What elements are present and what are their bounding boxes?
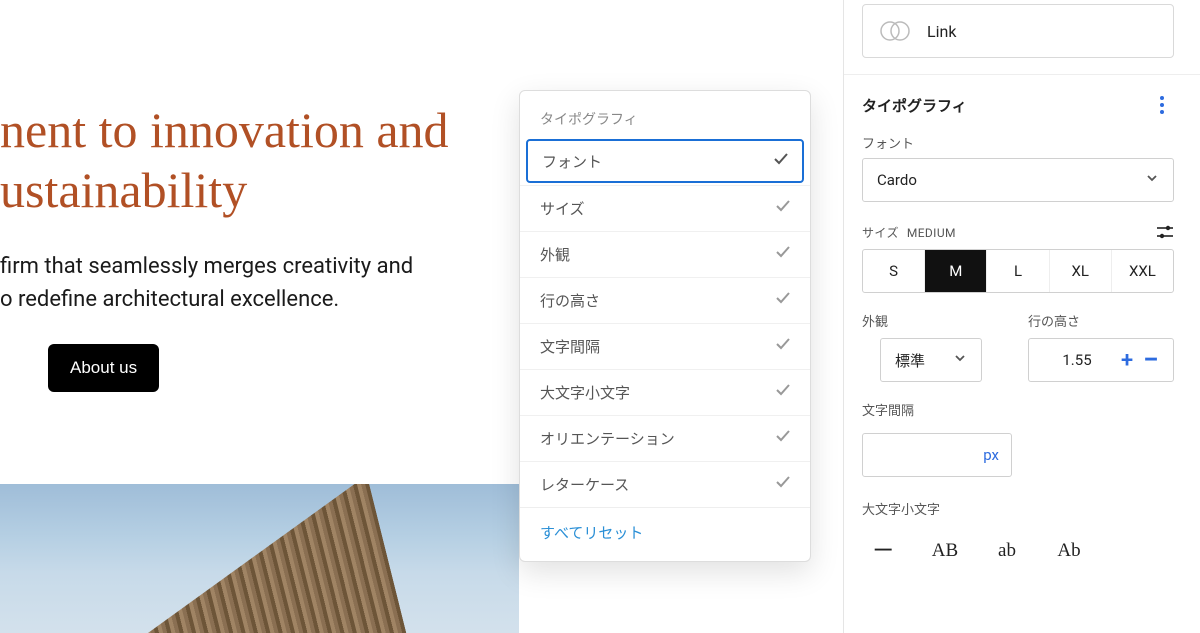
check-icon [774,473,792,496]
size-option-xl[interactable]: XL [1050,250,1112,292]
check-icon [774,381,792,404]
check-icon [774,427,792,450]
font-select[interactable]: Cardo [862,158,1174,202]
typography-more-menu[interactable] [1150,93,1174,117]
popover-item-label: 外観 [540,244,570,265]
popover-item-4[interactable]: 文字間隔 [520,323,810,369]
size-option-xxl[interactable]: XXL [1112,250,1173,292]
popover-item-3[interactable]: 行の高さ [520,277,810,323]
about-us-button[interactable]: About us [48,344,159,392]
hero-para-line1: firm that seamlessly merges creativity a… [0,254,413,279]
lineheight-value: 1.55 [1039,351,1115,369]
lettercase-option-0[interactable]: — [866,536,900,566]
link-style-card[interactable]: Link [862,4,1174,58]
popover-item-label: 行の高さ [540,290,600,311]
hero-heading-line2: ustainability [0,162,247,218]
size-option-l[interactable]: L [987,250,1049,292]
popover-item-label: レターケース [540,474,629,495]
popover-item-2[interactable]: 外観 [520,231,810,277]
letterspacing-unit: px [983,446,999,464]
popover-item-7[interactable]: レターケース [520,461,810,507]
size-button-group: SMLXLXXL [862,249,1174,293]
lettercase-option-2[interactable]: ab [990,540,1024,562]
link-icon [877,13,913,49]
check-icon [774,289,792,312]
popover-item-label: 大文字小文字 [540,382,630,403]
size-current-label: MEDIUM [907,226,956,240]
hero-paragraph[interactable]: firm that seamlessly merges creativity a… [0,250,413,316]
popover-item-6[interactable]: オリエンテーション [520,415,810,461]
check-icon [774,243,792,266]
appearance-select[interactable]: 標準 [880,338,982,382]
font-field-label: フォント [844,123,1200,158]
popover-item-label: サイズ [540,198,585,219]
letterspacing-field-label: 文字間隔 [844,382,1200,425]
lineheight-increment[interactable]: + [1115,348,1139,373]
appearance-value: 標準 [895,350,925,371]
typography-section-title: タイポグラフィ [862,95,967,116]
letterspacing-input[interactable]: px [862,433,1012,477]
popover-item-label: オリエンテーション [540,428,675,449]
popover-item-label: フォント [542,151,602,172]
popover-heading: タイポグラフィ [520,109,810,137]
font-select-value: Cardo [877,171,917,189]
popover-item-5[interactable]: 大文字小文字 [520,369,810,415]
check-icon [772,150,790,173]
check-icon [774,197,792,220]
link-card-label: Link [927,22,956,41]
lettercase-option-3[interactable]: Ab [1052,540,1086,562]
size-option-m[interactable]: M [925,250,987,292]
hero-heading-line1: nent to innovation and [0,102,449,158]
lettercase-button-group: — AB ab Ab [844,524,1200,566]
lettercase-option-1[interactable]: AB [928,540,962,562]
hero-image-roof [0,484,408,633]
hero-image[interactable] [0,484,519,633]
typography-options-popover: タイポグラフィ フォントサイズ外観行の高さ文字間隔大文字小文字オリエンテーション… [519,90,811,562]
popover-items: フォントサイズ外観行の高さ文字間隔大文字小文字オリエンテーションレターケース [520,139,810,507]
check-icon [774,335,792,358]
hero-para-line2: o redefine architectural excellence. [0,287,339,312]
popover-item-0[interactable]: フォント [526,139,804,183]
appearance-field-label: 外観 [862,311,1008,338]
popover-item-1[interactable]: サイズ [520,185,810,231]
settings-sidebar: Link タイポグラフィ フォント Cardo サイズ MEDIUM SM [843,0,1200,633]
lineheight-field-label: 行の高さ [1028,311,1174,338]
hero-heading[interactable]: nent to innovation and ustainability [0,100,449,220]
size-field-label: サイズ [862,226,899,240]
lettercase-field-label: 大文字小文字 [844,477,1200,524]
popover-item-label: 文字間隔 [540,336,600,357]
lineheight-decrement[interactable]: − [1139,353,1163,367]
chevron-down-icon [1145,171,1159,189]
sliders-icon[interactable] [1156,223,1174,241]
size-option-s[interactable]: S [863,250,925,292]
reset-all-button[interactable]: すべてリセット [520,507,810,561]
chevron-down-icon [953,351,967,369]
lineheight-stepper[interactable]: 1.55 + − [1028,338,1174,382]
